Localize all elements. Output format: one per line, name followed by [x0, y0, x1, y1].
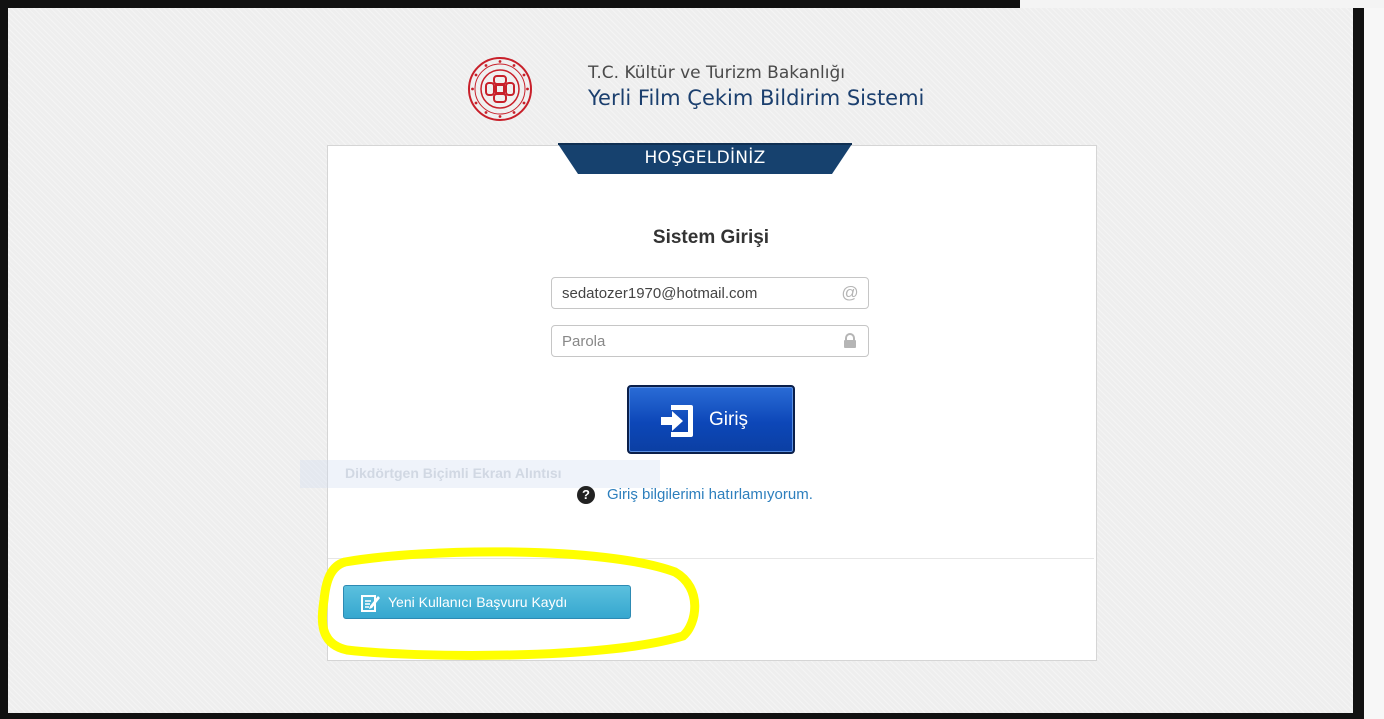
snipping-overlay-text: Dikdörtgen Biçimli Ekran Alıntısı: [345, 465, 562, 481]
ministry-name: T.C. Kültür ve Turizm Bakanlığı: [588, 63, 845, 83]
system-title: Yerli Film Çekim Bildirim Sistemi: [588, 86, 925, 110]
welcome-tab-label: HOŞGELDİNİZ: [644, 148, 766, 168]
lock-icon: [841, 332, 859, 350]
forgot-credentials-link[interactable]: Giriş bilgilerimi hatırlamıyorum.: [607, 486, 813, 503]
password-input[interactable]: [552, 326, 832, 356]
sign-in-icon: [657, 401, 697, 441]
ministry-seal-icon: [462, 56, 538, 122]
login-title: Sistem Girişi: [652, 227, 770, 248]
email-input[interactable]: [552, 278, 832, 308]
screen-edge: [1364, 8, 1384, 719]
yellow-highlight-annotation: [305, 540, 705, 665]
question-icon: ?: [577, 486, 595, 504]
login-button-label: Giriş: [709, 409, 749, 430]
at-icon: @: [841, 283, 859, 302]
login-button[interactable]: Giriş: [627, 385, 795, 454]
screen-corner: [1020, 0, 1384, 8]
password-field[interactable]: [551, 325, 869, 357]
email-field[interactable]: @: [551, 277, 869, 309]
